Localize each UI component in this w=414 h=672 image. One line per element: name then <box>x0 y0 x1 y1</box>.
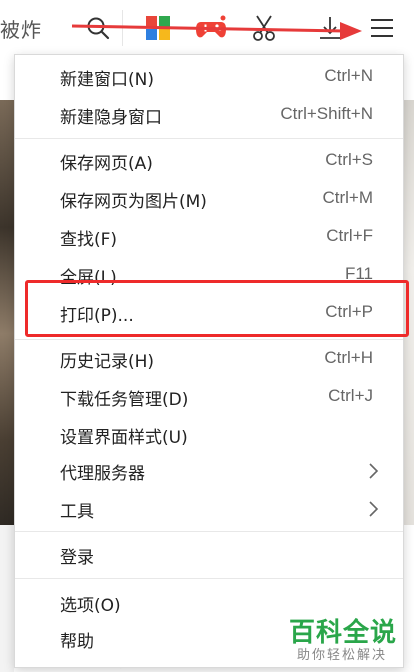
background-page-edge <box>404 100 414 525</box>
menu-item-download-manager[interactable]: 下载任务管理(D) Ctrl+J <box>15 379 403 415</box>
watermark: 百科全说 助你轻松解决 <box>289 612 401 663</box>
search-icon[interactable] <box>80 10 116 46</box>
background-page-area <box>0 525 14 672</box>
search-query-text[interactable]: 被炸 <box>0 14 42 43</box>
browser-main-menu: 新建窗口(N) Ctrl+N 新建隐身窗口 Ctrl+Shift+N 保存网页(… <box>14 54 404 668</box>
browser-toolbar: 被炸 <box>0 0 414 56</box>
apps-grid-icon[interactable] <box>140 10 176 46</box>
menu-item-login[interactable]: 登录 <box>15 537 403 573</box>
menu-divider <box>15 578 403 579</box>
watermark-subtitle: 助你轻松解决 <box>297 648 388 663</box>
menu-item-save-page-as-image[interactable]: 保存网页为图片(M) Ctrl+M <box>15 181 403 217</box>
menu-item-new-window[interactable]: 新建窗口(N) Ctrl+N <box>15 59 403 95</box>
chevron-right-icon <box>369 501 379 517</box>
menu-divider <box>15 531 403 532</box>
menu-item-print[interactable]: 打印(P)... Ctrl+P <box>15 295 403 331</box>
menu-item-fullscreen[interactable]: 全屏(L) F11 <box>15 257 403 293</box>
menu-divider <box>15 138 403 139</box>
menu-item-new-incognito-window[interactable]: 新建隐身窗口 Ctrl+Shift+N <box>15 97 403 133</box>
toolbar-divider <box>122 10 123 46</box>
menu-item-save-page[interactable]: 保存网页(A) Ctrl+S <box>15 143 403 179</box>
menu-item-find[interactable]: 查找(F) Ctrl+F <box>15 219 403 255</box>
menu-item-proxy-server[interactable]: 代理服务器 <box>15 453 403 489</box>
scissors-icon[interactable] <box>246 10 282 46</box>
chevron-right-icon <box>369 463 379 479</box>
menu-item-history[interactable]: 历史记录(H) Ctrl+H <box>15 341 403 377</box>
hamburger-menu-icon[interactable] <box>364 10 400 46</box>
game-controller-icon[interactable] <box>193 10 229 46</box>
background-page-image <box>0 100 14 525</box>
menu-item-interface-style[interactable]: 设置界面样式(U) <box>15 417 403 453</box>
download-icon[interactable] <box>312 10 348 46</box>
menu-item-tools[interactable]: 工具 <box>15 491 403 527</box>
menu-divider <box>15 339 403 340</box>
